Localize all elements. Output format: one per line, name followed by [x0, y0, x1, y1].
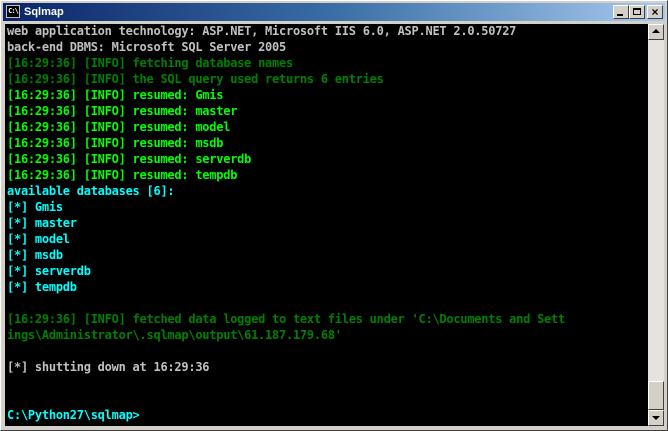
console-window: C:\ Sqlmap × web application technology:… [0, 0, 668, 431]
console-output[interactable]: web application technology: ASP.NET, Mic… [5, 24, 648, 426]
scroll-down-button[interactable] [648, 410, 664, 426]
console-line: [*] master [7, 216, 77, 230]
console-line: [16:29:36] [INFO] resumed: master [7, 104, 238, 118]
console-line: [16:29:36] [INFO] fetching database name… [7, 56, 293, 70]
console-line: [16:29:36] [INFO] the SQL query used ret… [7, 72, 384, 86]
console-line: [*] msdb [7, 248, 63, 262]
console-line: [*] tempdb [7, 280, 77, 294]
console-line: web application technology: ASP.NET, Mic… [7, 24, 517, 38]
minimize-icon [617, 14, 623, 16]
minimize-button[interactable] [613, 5, 629, 19]
close-icon: × [651, 5, 659, 19]
arrow-up-icon [652, 29, 660, 33]
console-app-icon[interactable]: C:\ [6, 5, 20, 18]
console-line: [16:29:36] [INFO] resumed: serverdb [7, 152, 252, 166]
scroll-up-button[interactable] [648, 24, 664, 40]
console-line: back-end DBMS: Microsoft SQL Server 2005 [7, 40, 286, 54]
console-line: [*] Gmis [7, 200, 63, 214]
arrow-down-icon [652, 416, 660, 420]
window-title: Sqlmap [24, 6, 64, 18]
console-line: [*] model [7, 232, 70, 246]
console-line: [16:29:36] [INFO] fetched data logged to… [7, 312, 565, 326]
vertical-scrollbar[interactable] [648, 24, 664, 426]
console-line: [16:29:36] [INFO] resumed: Gmis [7, 88, 224, 102]
console-line: [*] serverdb [7, 264, 91, 278]
close-button[interactable]: × [647, 5, 663, 19]
command-prompt[interactable]: C:\Python27\sqlmap> [7, 408, 140, 424]
scrollbar-thumb[interactable] [648, 381, 664, 410]
console-line: [16:29:36] [INFO] resumed: tempdb [7, 168, 238, 182]
title-bar[interactable]: C:\ Sqlmap × [3, 3, 665, 21]
console-line: [16:29:36] [INFO] resumed: msdb [7, 136, 224, 150]
console-line: ings\Administrator\.sqlmap\output\61.187… [7, 328, 342, 342]
console-line: [16:29:36] [INFO] resumed: model [7, 120, 231, 134]
maximize-icon [633, 8, 641, 15]
console-line: available databases [6]: [7, 184, 175, 198]
console-line: [*] shutting down at 16:29:36 [7, 360, 210, 374]
maximize-button[interactable] [629, 5, 645, 19]
